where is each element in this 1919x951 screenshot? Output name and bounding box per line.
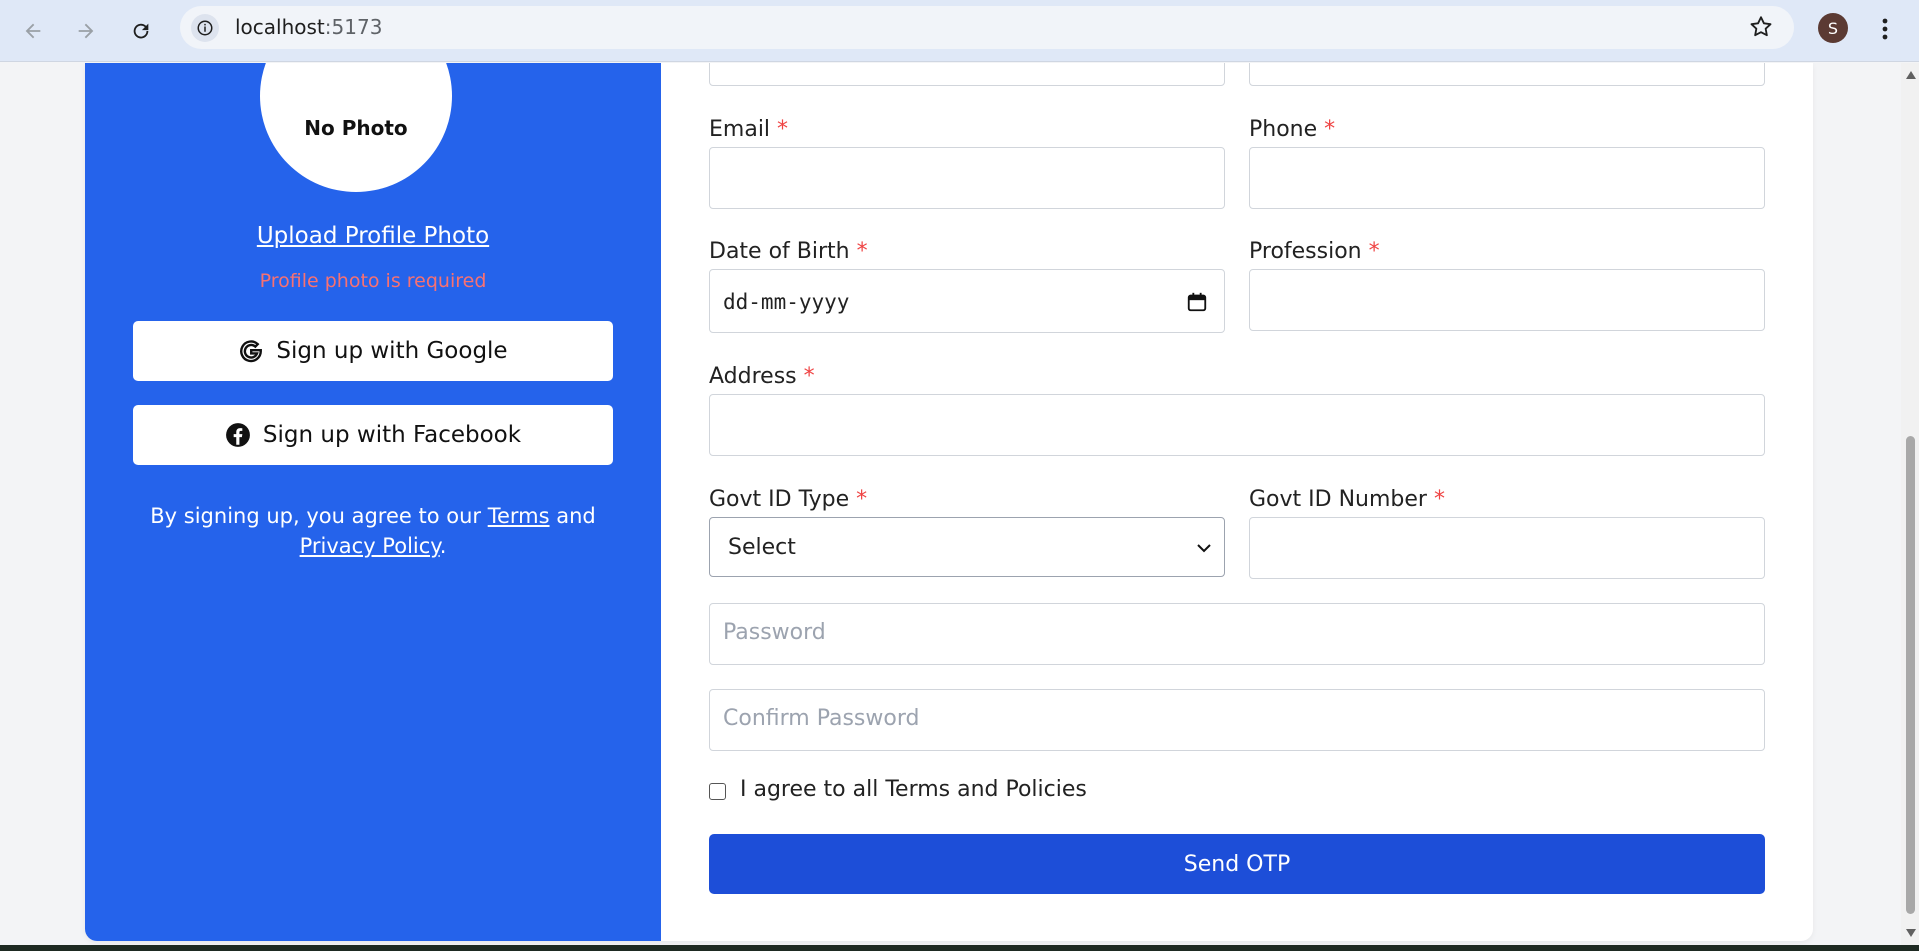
terms-link[interactable]: Terms	[488, 504, 550, 528]
dob-value: dd-mm-yyyy	[723, 290, 850, 314]
phone-input[interactable]	[1249, 147, 1765, 209]
no-photo-text: No Photo	[304, 115, 408, 140]
scrollbar-thumb[interactable]	[1906, 436, 1915, 914]
password-placeholder: Password	[723, 620, 826, 645]
page-scrollbar[interactable]	[1901, 63, 1919, 945]
chevron-down-icon	[1197, 544, 1211, 553]
bookmark-star-icon[interactable]	[1748, 14, 1774, 44]
email-input[interactable]	[709, 147, 1225, 209]
confirm-password-placeholder: Confirm Password	[723, 706, 920, 731]
google-signup-button[interactable]: Sign up with Google	[133, 321, 613, 381]
confirm-password-input[interactable]: Confirm Password	[709, 689, 1765, 751]
page-viewport: No Photo Upload Profile Photo Profile ph…	[0, 63, 1901, 945]
url-text: localhost:5173	[235, 15, 383, 39]
profile-avatar[interactable]: S	[1818, 13, 1848, 43]
address-input[interactable]	[709, 394, 1765, 456]
dob-label: Date of Birth *	[709, 239, 868, 264]
password-input[interactable]: Password	[709, 603, 1765, 665]
upload-profile-photo-link[interactable]: Upload Profile Photo	[85, 223, 661, 249]
send-otp-button[interactable]: Send OTP	[709, 834, 1765, 894]
terms-checkbox[interactable]	[709, 783, 726, 800]
address-bar[interactable]: localhost:5173	[180, 6, 1794, 49]
back-button[interactable]	[14, 12, 52, 50]
first-name-input[interactable]	[709, 63, 1225, 86]
facebook-button-label: Sign up with Facebook	[262, 422, 522, 448]
scroll-up-arrow-icon[interactable]	[1906, 71, 1916, 79]
profession-label: Profession *	[1249, 239, 1380, 264]
terms-checkbox-label[interactable]: I agree to all Terms and Policies	[740, 777, 1087, 802]
forward-button[interactable]	[67, 12, 105, 50]
reload-button[interactable]	[122, 12, 160, 50]
left-panel: No Photo Upload Profile Photo Profile ph…	[85, 63, 661, 941]
browser-toolbar: localhost:5173 S	[0, 0, 1919, 62]
forward-arrow-icon	[78, 23, 94, 39]
profile-photo-error: Profile photo is required	[259, 270, 487, 292]
reload-icon	[133, 23, 149, 39]
back-arrow-icon	[25, 23, 41, 39]
govt-id-type-label: Govt ID Type *	[709, 487, 868, 512]
google-button-label: Sign up with Google	[276, 338, 508, 364]
phone-label: Phone *	[1249, 117, 1336, 142]
address-label: Address *	[709, 364, 815, 389]
profession-input[interactable]	[1249, 269, 1765, 331]
govt-id-type-select[interactable]: Select	[709, 517, 1225, 577]
facebook-icon	[226, 423, 250, 447]
profile-photo-placeholder: No Photo	[260, 63, 452, 192]
browser-menu-icon[interactable]	[1870, 12, 1900, 46]
govt-id-number-label: Govt ID Number *	[1249, 487, 1445, 512]
govt-id-type-value: Select	[728, 535, 796, 560]
email-label: Email *	[709, 117, 789, 142]
site-info-icon[interactable]	[191, 14, 219, 42]
taskbar-edge	[0, 945, 1919, 951]
calendar-icon[interactable]	[1186, 291, 1208, 313]
last-name-input[interactable]	[1249, 63, 1765, 86]
privacy-policy-link[interactable]: Privacy Policy	[300, 534, 440, 558]
dob-input[interactable]: dd-mm-yyyy	[709, 269, 1225, 333]
govt-id-number-input[interactable]	[1249, 517, 1765, 579]
google-icon	[240, 340, 263, 363]
terms-agreement-text: By signing up, you agree to our Terms an…	[150, 504, 596, 558]
scroll-down-arrow-icon[interactable]	[1906, 929, 1916, 937]
facebook-signup-button[interactable]: Sign up with Facebook	[133, 405, 613, 465]
